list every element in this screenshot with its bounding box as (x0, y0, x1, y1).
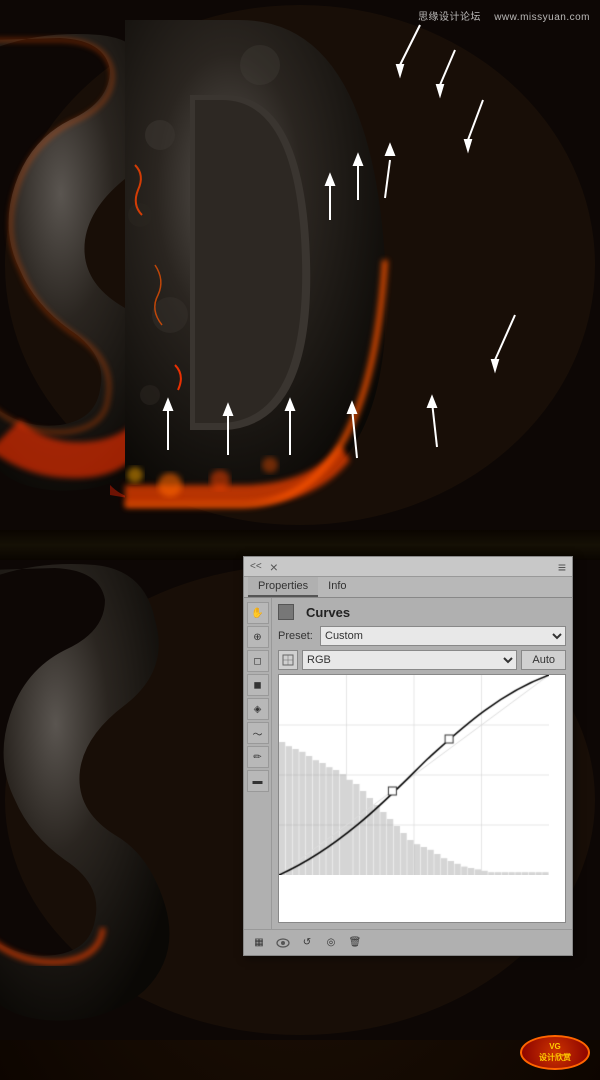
watermark: VG设计欣赏 (520, 1035, 590, 1070)
site-url: www.missyuan.com (494, 12, 590, 23)
channel-row: RGB Auto (278, 650, 566, 670)
panel-title-bar: << × ≡ (244, 557, 572, 577)
curves-header: Curves (278, 604, 566, 620)
black-point-tool[interactable]: ◼ (247, 674, 269, 696)
tab-info[interactable]: Info (318, 577, 356, 597)
collapse-button[interactable]: << (250, 561, 262, 572)
curves-icon (278, 604, 294, 620)
channel-icon (278, 650, 298, 670)
preset-label: Preset: (278, 630, 316, 642)
letter-scene-top (0, 0, 600, 530)
panel-menu-icon[interactable]: ≡ (558, 559, 566, 575)
panel-tabs: Properties Info (244, 577, 572, 598)
preset-row: Preset: Custom (278, 626, 566, 646)
curves-graph[interactable] (278, 674, 566, 923)
channel-select[interactable]: RGB (302, 650, 517, 670)
properties-panel: << × ≡ Properties Info ✋ ⊕ ◻ ◼ ◈ 〜 ✏ ▬ (243, 556, 573, 956)
view-icon[interactable]: ◎ (322, 934, 340, 952)
tab-properties[interactable]: Properties (248, 577, 318, 597)
panel-body: ✋ ⊕ ◻ ◼ ◈ 〜 ✏ ▬ Curves Preset: Custom (244, 598, 572, 929)
pencil-tool[interactable]: ✏ (247, 746, 269, 768)
histogram-tool[interactable]: ▬ (247, 770, 269, 792)
hand-tool[interactable]: ✋ (247, 602, 269, 624)
watermark-badge: VG设计欣赏 (520, 1035, 590, 1070)
mask-tool-icon[interactable]: ▦ (250, 934, 268, 952)
site-watermark: 思缘设计论坛 www.missyuan.com (418, 8, 590, 23)
site-name: 思缘设计论坛 (418, 12, 481, 23)
delete-icon[interactable]: 🗑 (346, 934, 364, 952)
close-button[interactable]: × (270, 559, 278, 575)
white-point-tool[interactable]: ◻ (247, 650, 269, 672)
curves-title: Curves (306, 605, 350, 620)
curve-tool[interactable]: 〜 (247, 722, 269, 744)
visibility-eye-icon[interactable] (274, 934, 292, 952)
preset-select[interactable]: Custom (320, 626, 566, 646)
auto-button[interactable]: Auto (521, 650, 566, 670)
sample-tool[interactable]: ⊕ (247, 626, 269, 648)
panel-controls: << × (250, 559, 278, 575)
refresh-tool-icon[interactable]: ↺ (298, 934, 316, 952)
panel-bottom-toolbar: ▦ ↺ ◎ 🗑 (244, 929, 572, 955)
curves-toolbar: ✋ ⊕ ◻ ◼ ◈ 〜 ✏ ▬ (244, 598, 272, 929)
curves-content: Curves Preset: Custom (272, 598, 572, 929)
midpoint-tool[interactable]: ◈ (247, 698, 269, 720)
